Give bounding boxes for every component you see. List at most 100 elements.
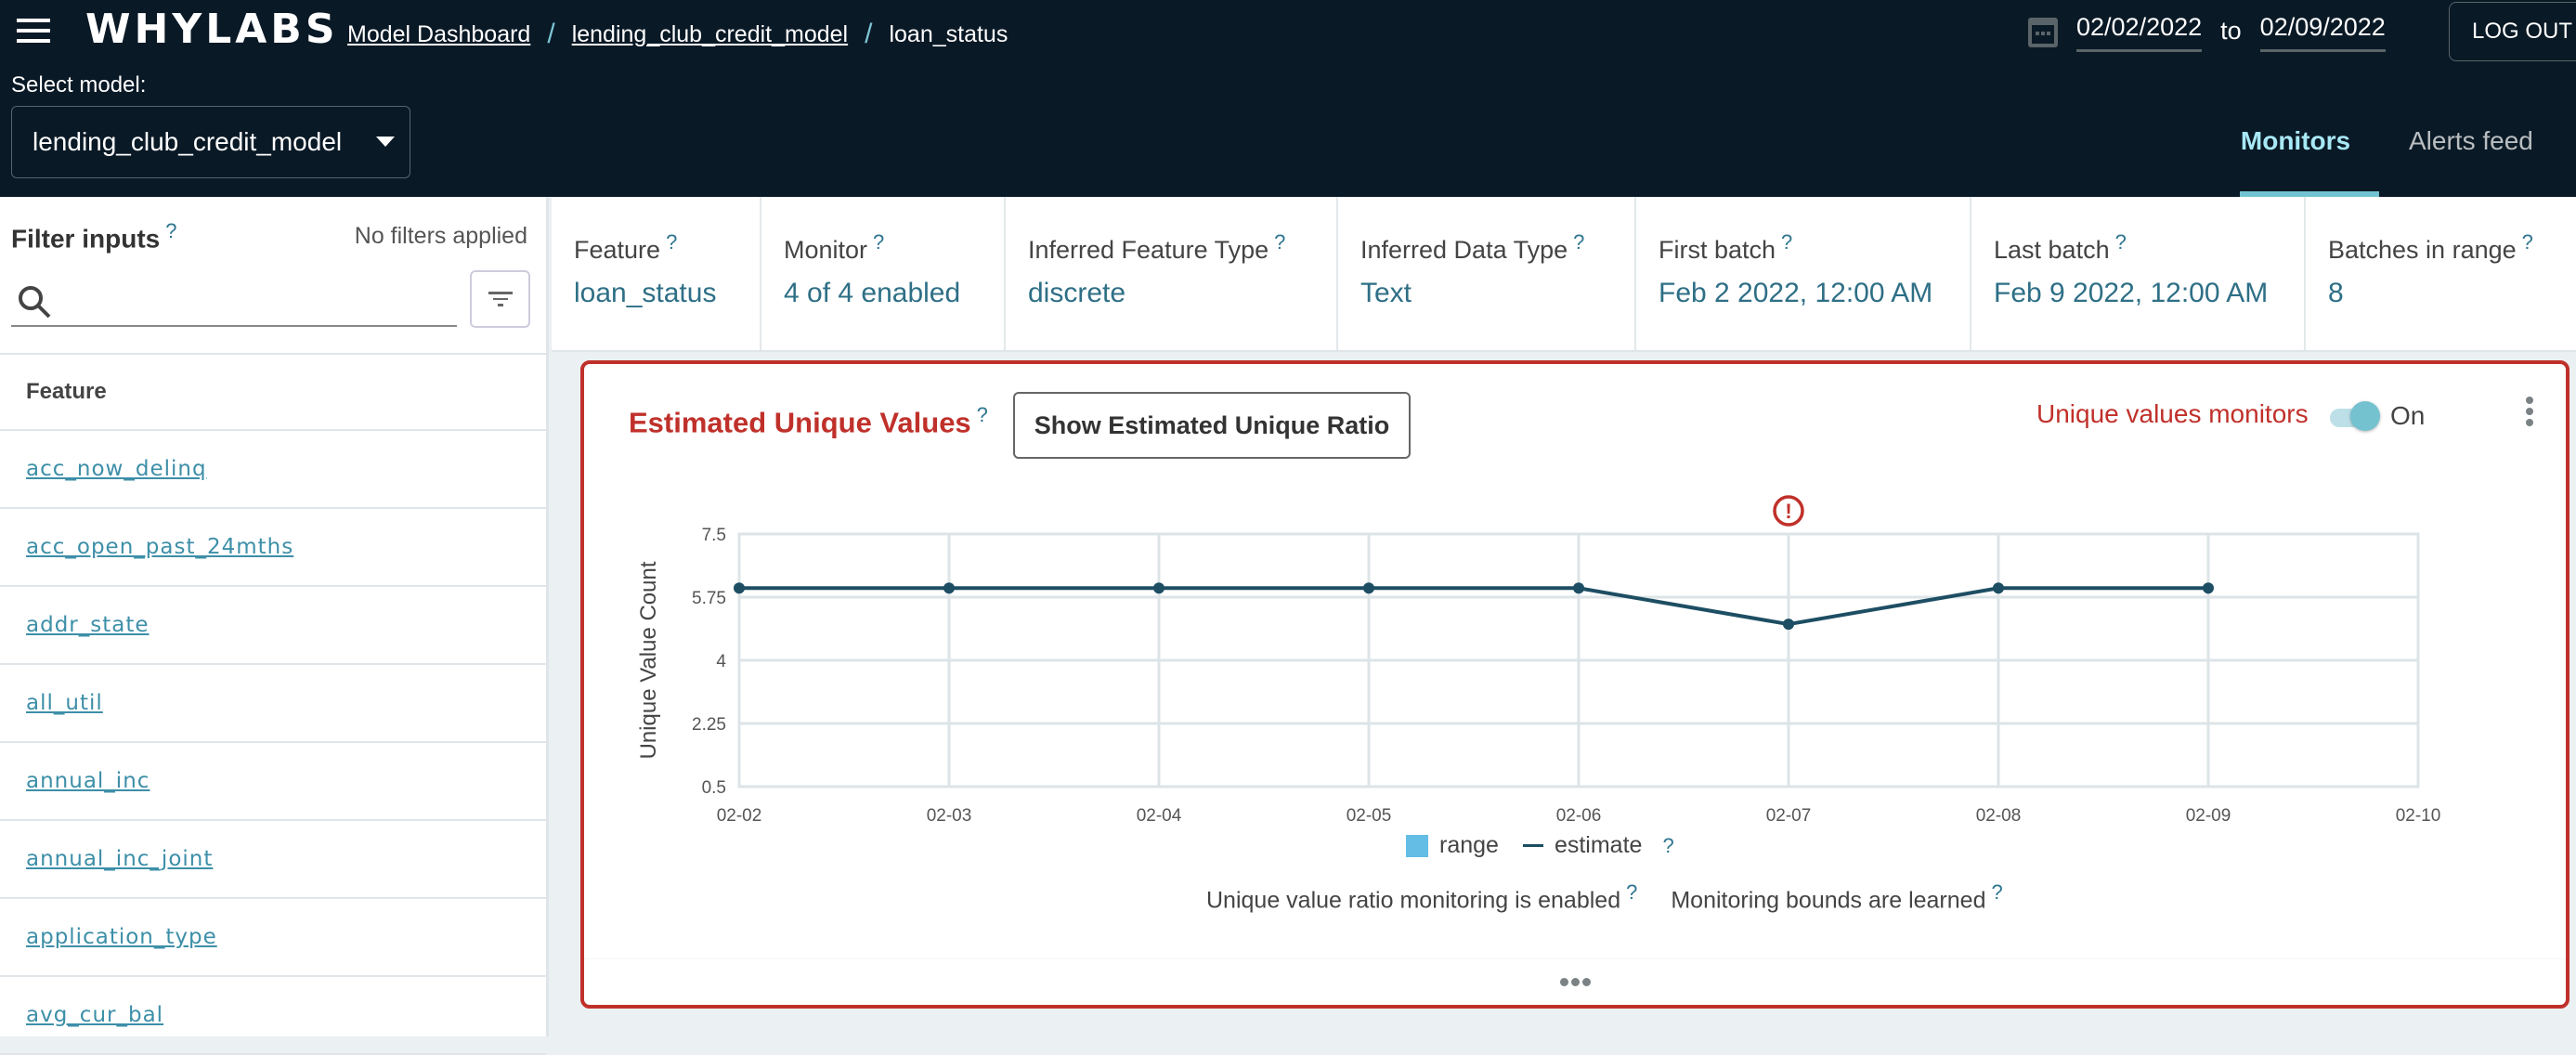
help-icon[interactable]: ? bbox=[1274, 230, 1285, 254]
y-tick-label: 2.25 bbox=[692, 715, 726, 735]
logout-button[interactable]: LOG OUT bbox=[2449, 2, 2576, 61]
info-inferred-feature-type: Inferred Feature Type? discrete bbox=[1006, 197, 1338, 350]
feature-link[interactable]: annual_inc bbox=[26, 769, 150, 793]
help-icon[interactable]: ? bbox=[1991, 880, 2002, 904]
anomaly-alert-glyph: ! bbox=[1785, 500, 1791, 523]
legend-estimate-line bbox=[1522, 844, 1543, 847]
info-value: Feb 9 2022, 12:00 AM bbox=[1994, 278, 2269, 308]
feature-link[interactable]: annual_inc_joint bbox=[26, 847, 213, 871]
help-icon[interactable]: ? bbox=[666, 230, 677, 254]
info-label: Inferred Data Type bbox=[1360, 236, 1568, 264]
x-tick-label: 02-05 bbox=[1347, 806, 1392, 826]
info-value: 4 of 4 enabled bbox=[784, 278, 961, 308]
help-icon[interactable]: ? bbox=[2522, 230, 2533, 254]
feature-link[interactable]: addr_state bbox=[26, 613, 150, 637]
x-tick-label: 02-09 bbox=[2186, 806, 2231, 826]
feature-sidebar: Filter inputs? No filters applied Featur… bbox=[0, 197, 549, 1055]
model-select-value: lending_club_credit_model bbox=[33, 127, 343, 156]
info-value: loan_status bbox=[574, 278, 717, 308]
toggle-state-label: On bbox=[2390, 401, 2426, 430]
feature-info-bar: Feature? loan_status Monitor? 4 of 4 enabl… bbox=[552, 197, 2576, 352]
info-label: Batches in range bbox=[2328, 236, 2517, 264]
y-tick-label: 7.5 bbox=[702, 526, 726, 545]
feature-link[interactable]: avg_cur_bal bbox=[26, 1003, 163, 1027]
feature-link[interactable]: acc_now_delinq bbox=[26, 457, 207, 481]
y-tick-label: 0.5 bbox=[702, 778, 726, 798]
help-icon[interactable]: ? bbox=[1573, 230, 1584, 254]
info-inferred-data-type: Inferred Data Type? Text bbox=[1338, 197, 1636, 350]
note: Monitoring bounds are learned? bbox=[1671, 880, 2002, 914]
calendar-icon[interactable] bbox=[2028, 12, 2058, 49]
monitor-toggle[interactable] bbox=[2330, 401, 2380, 431]
info-batches-in-range: Batches in range? 8 bbox=[2306, 197, 2576, 350]
select-model-label: Select model: bbox=[11, 72, 147, 98]
card-title-text: Estimated Unique Values bbox=[629, 406, 971, 439]
search-icon bbox=[19, 286, 51, 319]
x-tick-label: 02-02 bbox=[717, 806, 762, 826]
x-tick-label: 02-06 bbox=[1556, 806, 1602, 826]
filter-inputs-label: Filter inputs bbox=[11, 224, 161, 254]
menu-icon[interactable] bbox=[17, 19, 50, 43]
search-field bbox=[11, 271, 457, 327]
info-monitor: Monitor? 4 of 4 enabled bbox=[761, 197, 1006, 350]
date-to-input[interactable]: 02/09/2022 bbox=[2259, 9, 2386, 52]
list-item: application_type bbox=[0, 899, 546, 977]
unique-values-monitors-label: Unique values monitors bbox=[2036, 399, 2309, 428]
monitoring-notes: Unique value ratio monitoring is enabled… bbox=[1206, 880, 2003, 914]
top-header: WHYLABS Model Dashboard / lending_club_c… bbox=[0, 0, 2576, 197]
estimate-point bbox=[1363, 582, 1374, 594]
info-label: Last batch bbox=[1994, 236, 2110, 264]
tab-bar: Monitors Alerts feed bbox=[2210, 126, 2563, 197]
unique-values-chart: 0.5 2.25 4 5.75 7.5 02-02 02-03 02-04 02-05 02-06… bbox=[636, 495, 2441, 826]
tab-alerts-feed[interactable]: Alerts feed bbox=[2379, 126, 2563, 197]
whylabs-logo[interactable]: WHYLABS bbox=[85, 6, 339, 53]
estimate-point bbox=[2203, 582, 2214, 594]
x-tick-label: 02-03 bbox=[927, 806, 972, 826]
feature-link[interactable]: application_type bbox=[26, 925, 217, 949]
breadcrumb-model[interactable]: lending_club_credit_model bbox=[572, 21, 848, 48]
note-text: Unique value ratio monitoring is enabled bbox=[1206, 887, 1621, 914]
expand-more-icon[interactable] bbox=[584, 958, 2566, 1005]
note: Unique value ratio monitoring is enabled… bbox=[1206, 880, 1637, 914]
help-icon[interactable]: ? bbox=[977, 403, 988, 426]
breadcrumb-model-dashboard[interactable]: Model Dashboard bbox=[347, 21, 530, 48]
help-icon[interactable]: ? bbox=[1626, 880, 1637, 904]
tab-monitors[interactable]: Monitors bbox=[2240, 126, 2379, 197]
x-tick-label: 02-10 bbox=[2396, 806, 2441, 826]
estimate-point bbox=[1153, 582, 1164, 594]
feature-link[interactable]: all_util bbox=[26, 691, 103, 715]
help-icon[interactable]: ? bbox=[165, 219, 176, 242]
help-icon[interactable]: ? bbox=[1781, 230, 1792, 254]
chart-legend: range estimate ? bbox=[1406, 832, 1674, 859]
help-icon[interactable]: ? bbox=[2115, 230, 2127, 254]
info-feature: Feature? loan_status bbox=[552, 197, 761, 350]
help-icon[interactable]: ? bbox=[1662, 834, 1673, 858]
estimate-point bbox=[943, 582, 955, 594]
breadcrumb-current: loan_status bbox=[889, 20, 1008, 47]
info-first-batch: First batch? Feb 2 2022, 12:00 AM bbox=[1636, 197, 1971, 350]
estimate-point bbox=[734, 582, 745, 594]
filter-status: No filters applied bbox=[354, 223, 527, 249]
more-options-icon[interactable] bbox=[2506, 386, 2553, 436]
estimated-unique-values-card: 0.5 2.25 4 5.75 7.5 02-02 02-03 02-04 02-05 02-06… bbox=[580, 360, 2569, 1009]
date-to-label: to bbox=[2220, 16, 2242, 45]
search-input[interactable] bbox=[63, 279, 444, 319]
feature-link[interactable]: acc_open_past_24mths bbox=[26, 535, 293, 559]
breadcrumb-separator: / bbox=[865, 19, 873, 49]
info-label: Inferred Feature Type bbox=[1028, 236, 1269, 264]
list-item: acc_open_past_24mths bbox=[0, 509, 546, 587]
help-icon[interactable]: ? bbox=[873, 230, 884, 254]
y-tick-label: 4 bbox=[716, 652, 726, 671]
model-select[interactable]: lending_club_credit_model bbox=[11, 106, 410, 178]
date-from-input[interactable]: 02/02/2022 bbox=[2076, 9, 2203, 52]
info-label: Feature bbox=[574, 236, 661, 264]
info-value: Text bbox=[1360, 278, 1412, 308]
list-item: annual_inc bbox=[0, 743, 546, 821]
caret-down-icon bbox=[376, 137, 395, 147]
info-value: discrete bbox=[1028, 278, 1126, 308]
feature-list: acc_now_delinq acc_open_past_24mths addr… bbox=[0, 431, 546, 1055]
filter-button[interactable] bbox=[470, 270, 530, 328]
legend-estimate-label: estimate bbox=[1554, 832, 1643, 858]
estimate-point bbox=[1993, 582, 2004, 594]
show-unique-ratio-button[interactable]: Show Estimated Unique Ratio bbox=[1013, 392, 1411, 459]
